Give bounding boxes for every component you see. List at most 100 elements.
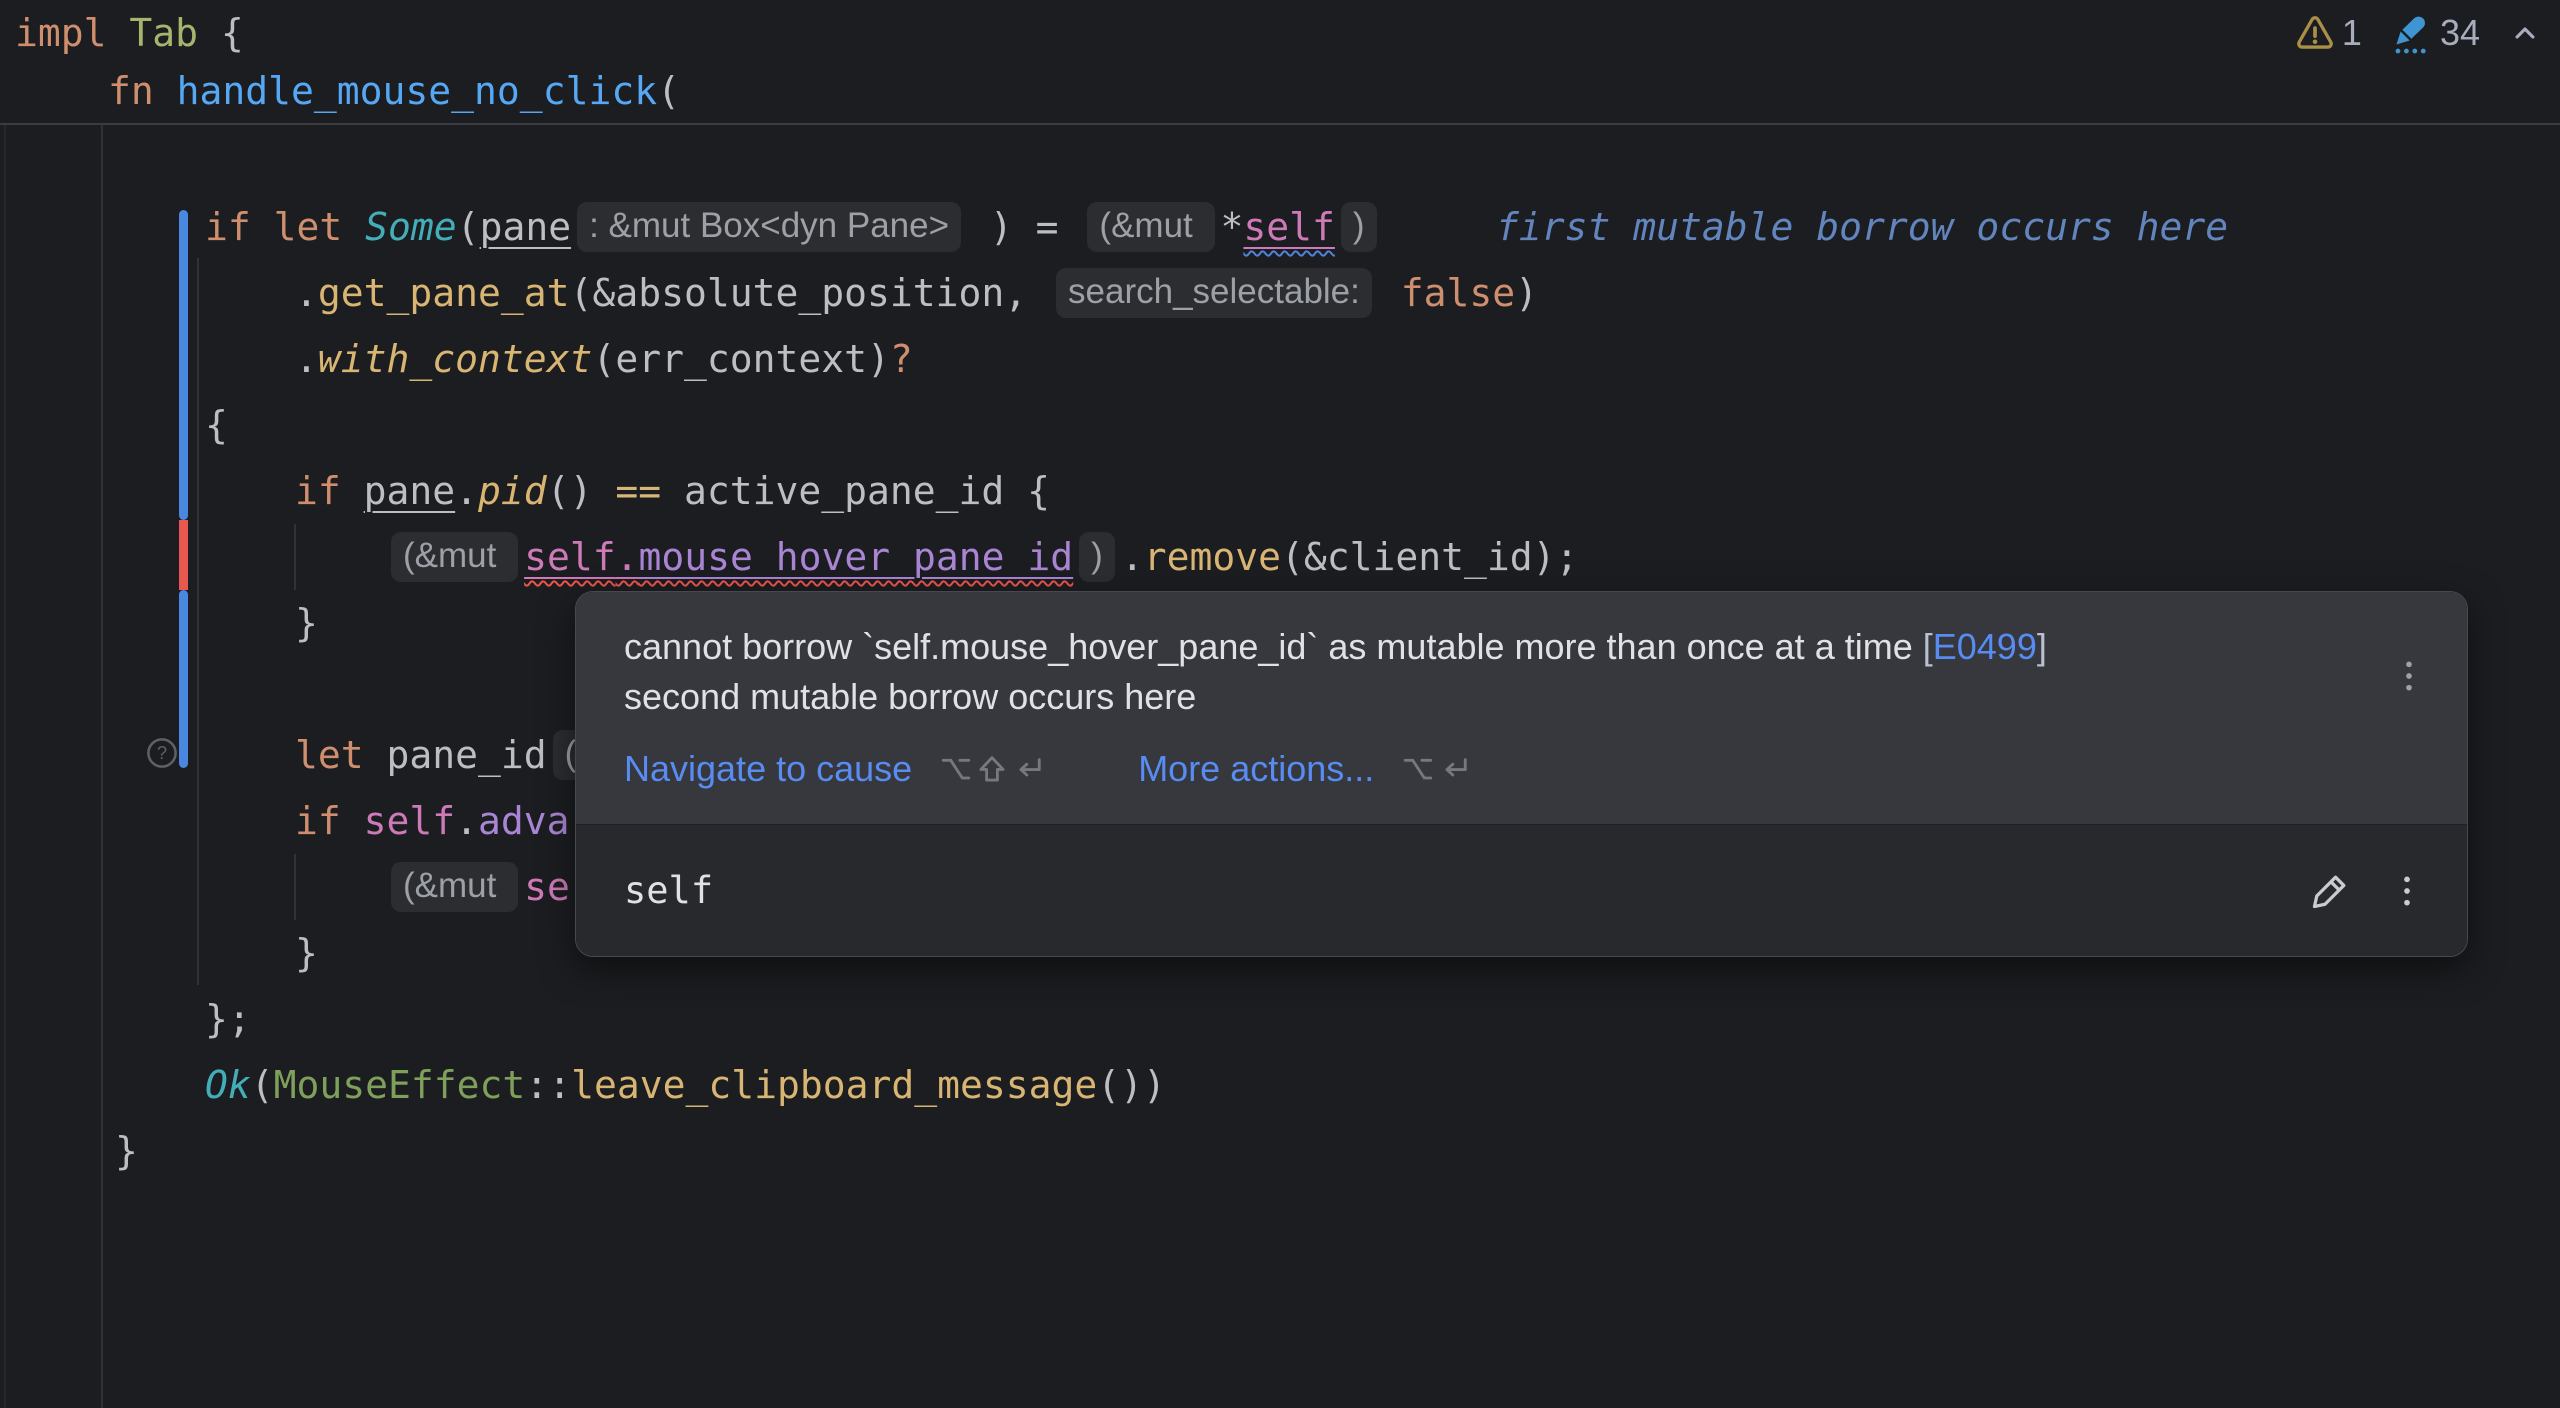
code-token: fn [108,69,177,113]
code-token: handle_mouse_no_click [177,69,657,113]
enter-key-icon [1010,751,1046,787]
inline-borrow-hint: first mutable borrow occurs here [1496,194,2228,260]
quick-doc-kebab-menu-icon[interactable] [2387,863,2427,919]
code-token: get_pane_at [318,271,570,315]
code-token: let [295,733,387,777]
svg-text:?: ? [157,742,167,763]
code-token: impl [15,11,129,55]
gutter-question-icon[interactable]: ? [145,736,179,770]
code-token: { [221,11,244,55]
code-token: ) [1341,202,1377,252]
editor-left-border [4,125,6,1408]
line-close-fn[interactable]: } [115,1118,138,1184]
code-token: () [547,469,616,513]
line-if-let[interactable]: if let Some(pane: &mut Box<dyn Pane> ) =… [205,194,1383,260]
code-token: mouse_hover_pane_id [638,535,1073,579]
sticky-header-separator [0,123,2560,125]
indent-guide-col8 [197,258,199,985]
code-token: if [295,469,364,513]
code-token: ( [457,205,480,249]
code-token: :: [525,1063,571,1107]
code-token: pane [480,205,572,249]
error-message-section: cannot borrow `self.mouse_hover_pane_id`… [576,592,2467,824]
line-mut-se[interactable]: (&mut se [385,854,570,920]
alt-key-icon [938,751,974,787]
edit-pencil-icon[interactable] [2307,868,2353,914]
vcs-change-bar-top[interactable] [179,210,188,520]
indent-guide-col4 [101,125,103,1408]
code-token: ) [867,337,890,381]
tooltip-kebab-menu-icon[interactable] [2389,644,2429,708]
error-message-line2: second mutable borrow occurs here [624,676,1196,717]
ide-editor: ? impl Tab {fn handle_mouse_no_click(if … [0,0,2560,1408]
code-token: active_pane_id { [661,469,1050,513]
code-token: ) [1079,532,1115,582]
code-token: (&mut [391,862,518,912]
code-token: search_selectable: [1056,268,1372,318]
code-token: ()) [1097,1063,1166,1107]
line-if-self-adva[interactable]: if self.adva [295,788,570,854]
code-token: self [364,799,456,843]
vcs-change-bar-error[interactable] [179,520,188,590]
code-token: * [1221,205,1244,249]
tooltip-actions: Navigate to cause More actions... [624,748,2347,790]
code-token: MouseEffect [274,1063,526,1107]
line-if-pane-pid[interactable]: if pane.pid() == active_pane_id { [295,458,1050,524]
line-get-pane-at[interactable]: .get_pane_at(&absolute_position, search_… [295,260,1538,326]
line-ok-mouseeffect[interactable]: Ok(MouseEffect::leave_clipboard_message(… [205,1052,1166,1118]
sticky-line-impl[interactable]: impl Tab { [15,2,244,68]
code-token: if let [205,205,365,249]
code-token: }; [205,997,251,1041]
code-token: . [295,337,318,381]
line-close-if-let[interactable]: }; [205,986,251,1052]
code-token: false [1401,271,1515,315]
line-close-inner-if-2[interactable]: } [295,920,318,986]
line-with-context[interactable]: .with_context(err_context)? [295,326,913,392]
error-code-link[interactable]: E0499 [1933,626,2037,667]
code-token: . [1121,535,1144,579]
code-token: Some [365,205,457,249]
navigate-shortcut [938,751,1046,787]
code-token: se [524,865,570,909]
code-token: . [295,271,318,315]
code-token: ) = [967,205,1081,249]
line-open-brace[interactable]: { [205,392,228,458]
line-let-pane-id[interactable]: let pane_id( [295,722,594,788]
sticky-line-fn[interactable]: fn handle_mouse_no_click( [108,60,680,126]
line-remove-error[interactable]: (&mut self.mouse_hover_pane_id).remove(&… [385,524,1578,590]
quick-doc-symbol: self [624,869,2307,912]
code-token: ( [570,271,593,315]
code-token: ( [657,69,680,113]
code-token: (&mut [1087,202,1214,252]
code-token: { [205,403,228,447]
vcs-change-bar-bottom[interactable] [179,590,188,768]
code-token: } [295,931,318,975]
code-token: == [615,469,661,513]
inspection-widget[interactable]: 1 34 [2294,10,2544,56]
shift-key-icon [974,751,1010,787]
warning-icon[interactable] [2294,12,2336,54]
weak-warning-marker-icon[interactable] [2388,10,2434,56]
navigate-to-cause-link[interactable]: Navigate to cause [624,748,912,790]
code-token [1378,271,1401,315]
line-close-inner-if[interactable]: } [295,590,318,656]
code-token: remove [1144,535,1281,579]
more-actions-shortcut [1400,751,1472,787]
more-actions-link[interactable]: More actions... [1138,748,1374,790]
code-token: if [295,799,364,843]
indent-guide-col12-a [294,524,296,590]
code-token: (&client_id); [1281,535,1578,579]
indent-guide-col12-b [294,854,296,920]
code-token: with_context [318,337,593,381]
chevron-up-icon[interactable] [2506,14,2544,52]
code-token: } [295,601,318,645]
code-token: . [455,799,478,843]
code-token: pane [364,469,456,513]
error-tooltip: cannot borrow `self.mouse_hover_pane_id`… [575,591,2468,957]
code-token: pid [478,469,547,513]
code-token: leave_clipboard_message [571,1063,1097,1107]
error-message-line1: cannot borrow `self.mouse_hover_pane_id`… [624,626,1923,667]
code-token: pane_id [387,733,547,777]
code-token: . [455,469,478,513]
code-token: Ok [205,1063,251,1107]
